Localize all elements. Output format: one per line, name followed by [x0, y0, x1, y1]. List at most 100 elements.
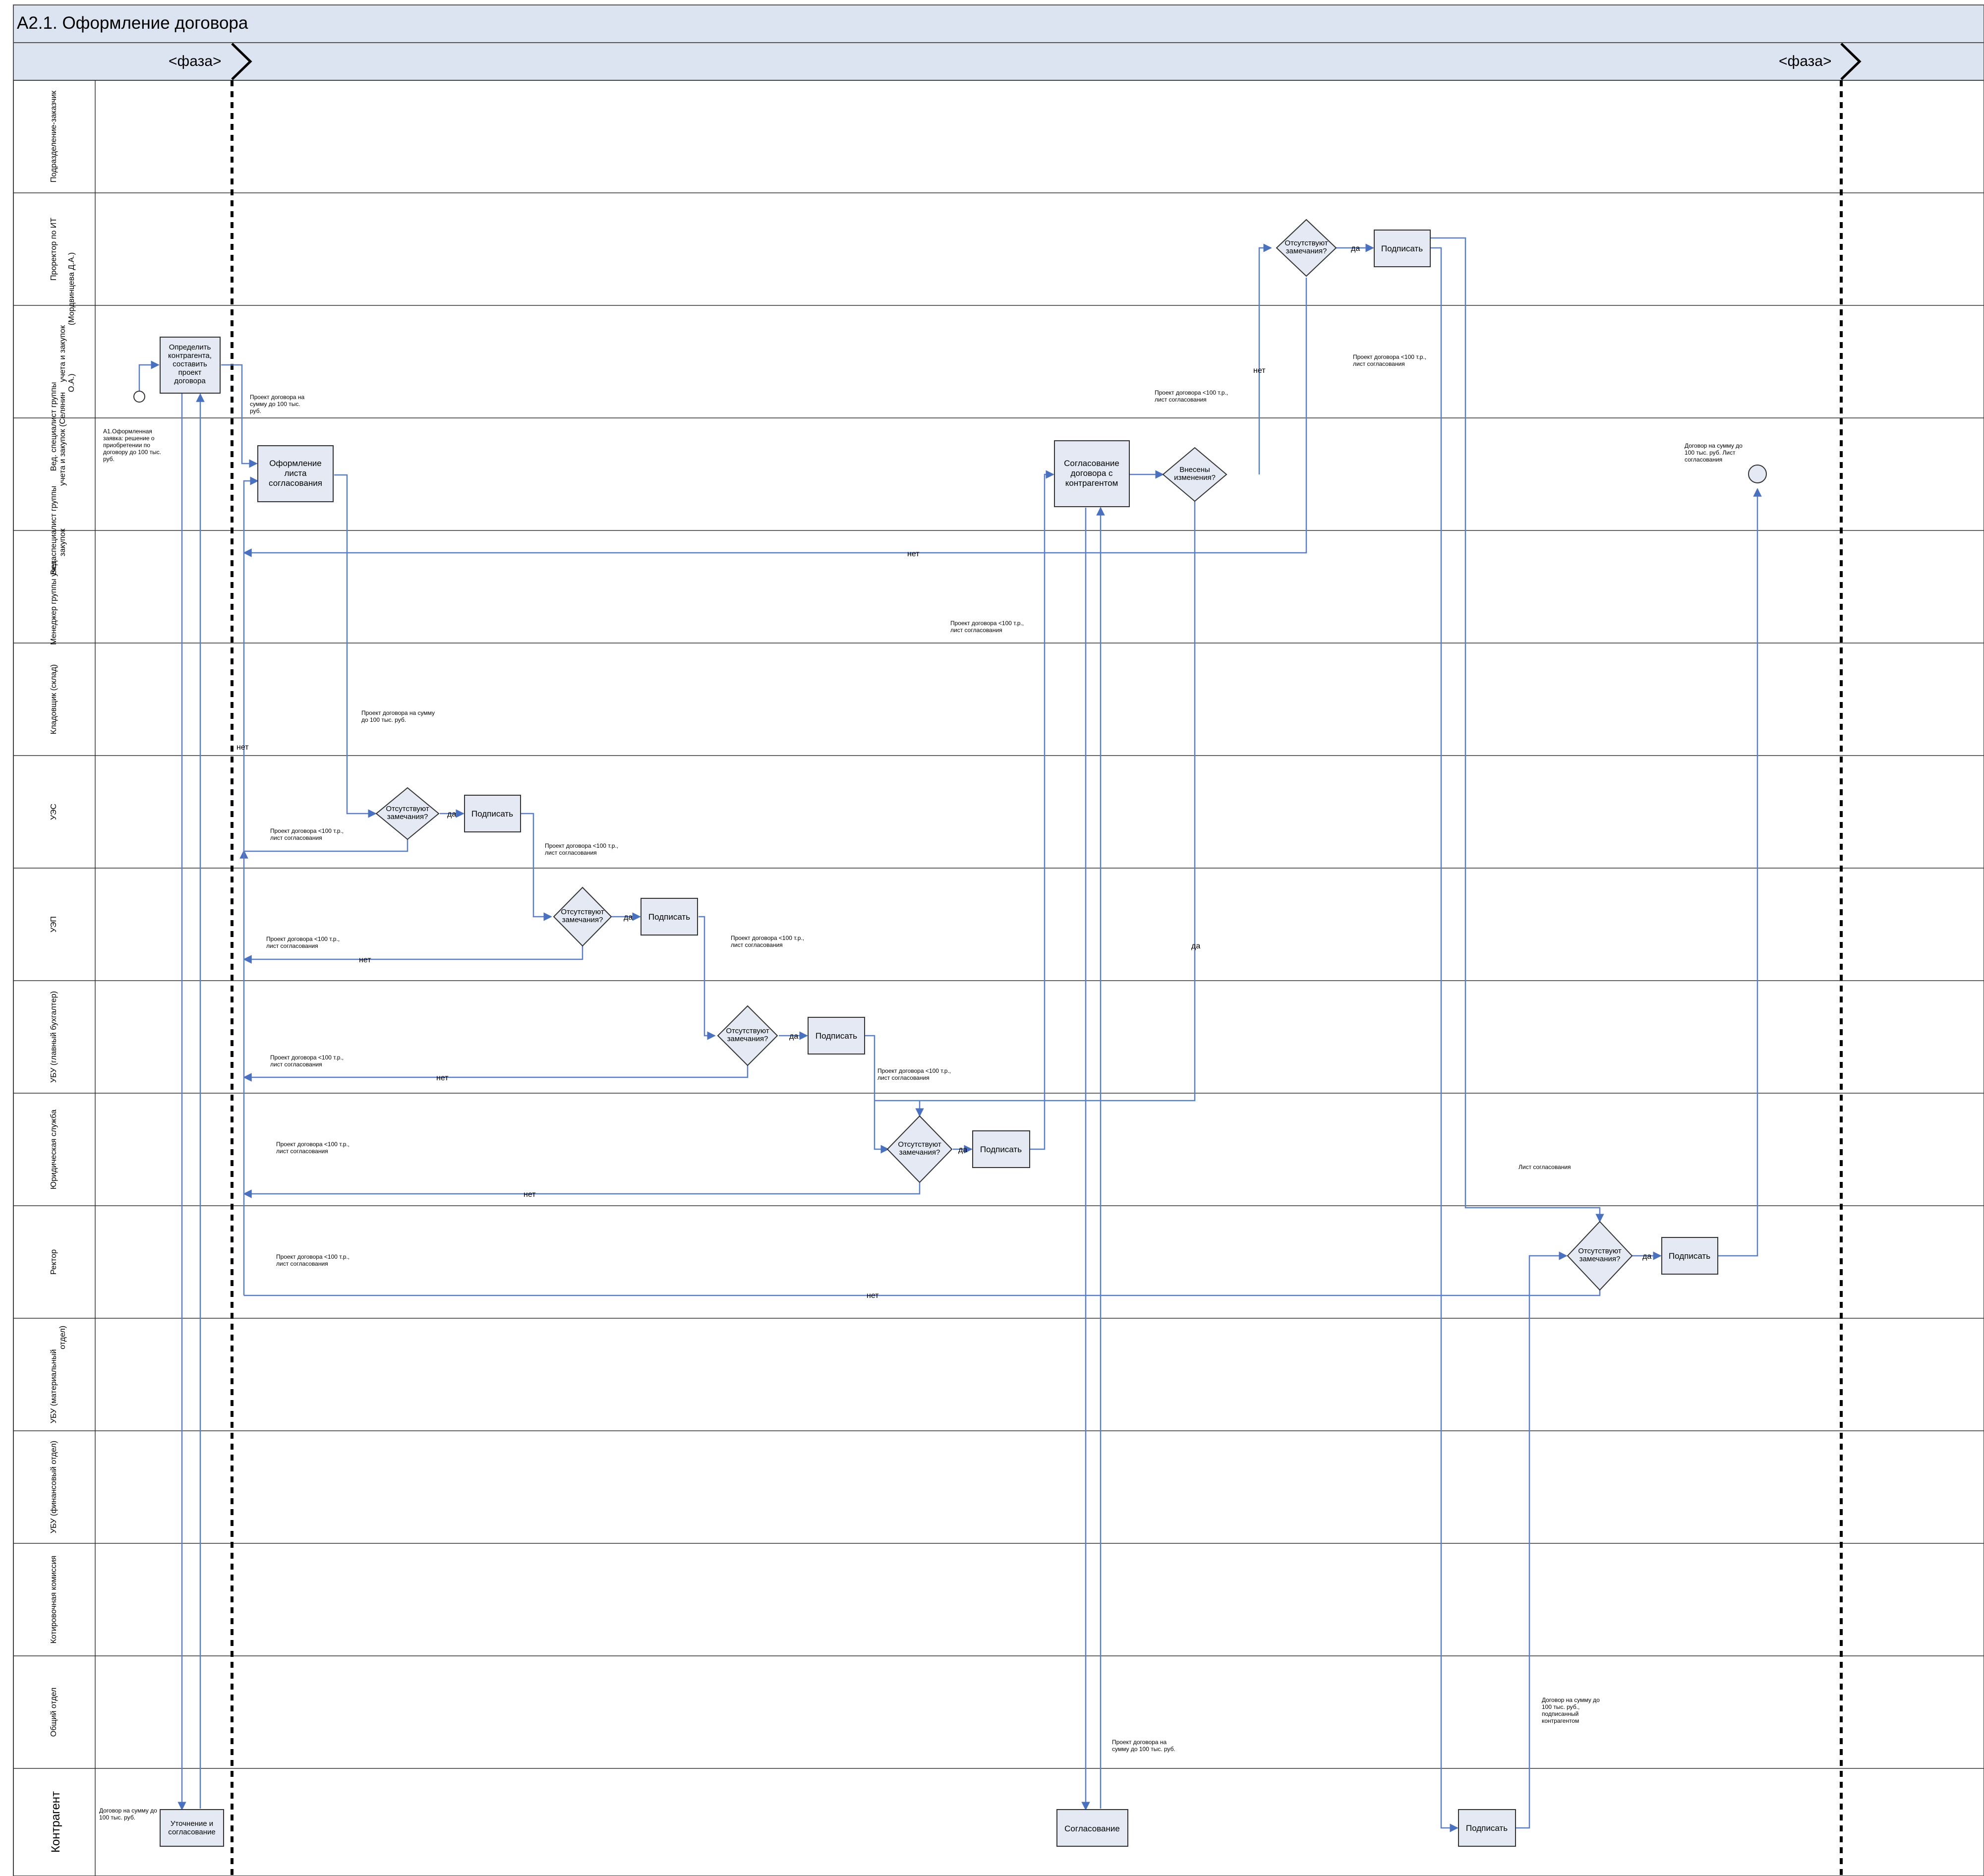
decision-remarks-4: Отсутствуют замечания? — [886, 1115, 953, 1183]
lane-3: Вед. специалист группыучета и закупок(Мо… — [13, 252, 1984, 471]
decision-changes-label: Внесены изменения? — [1174, 466, 1216, 482]
note-project-1: Проект договора на сумму до 100 тыс. руб. — [250, 394, 305, 414]
decision-remarks-1: Отсутствуют замечания? — [375, 787, 440, 840]
sign-box-2: Подписать — [641, 898, 698, 936]
decision-remarks-1-label: Отсутствуют замечания? — [386, 805, 429, 821]
yes-label-2: да — [624, 913, 633, 922]
lane-16-label: Контрагент — [49, 1791, 62, 1853]
lane-7-label: УЭС — [50, 804, 58, 820]
diagram-title: А2.1. Оформление договора — [17, 13, 248, 33]
yes-label-3: да — [789, 1032, 798, 1041]
sign-box-2-label: Подписать — [648, 912, 690, 922]
lane-2-label: Проректор по ИТ — [50, 218, 58, 281]
note-sheet-1: Проект договора <100 т.р., лист согласова… — [270, 827, 344, 841]
no-label-6: нет — [524, 1190, 536, 1199]
decision-remarks-5-label: Отсутствуют замечания? — [1284, 239, 1328, 255]
decision-remarks-2-label: Отсутствуют замечания? — [561, 908, 604, 924]
lane-6: Кладовщик (склад) — [13, 664, 1984, 756]
lane-16: Контрагент — [49, 1791, 62, 1853]
decision-remarks-6-label: Отсутствуют замечания? — [1578, 1247, 1622, 1263]
note-sheet-only: Лист согласования — [1518, 1164, 1571, 1171]
note-sheet-6: Проект договора <100 т.р., лист согласова… — [877, 1067, 951, 1081]
sign-box-6-label: Подписать — [1669, 1251, 1710, 1261]
no-label-7: нет — [867, 1291, 879, 1300]
decision-changes: Внесены изменения? — [1162, 447, 1227, 502]
decision-remarks-6: Отсутствуют замечания? — [1567, 1221, 1633, 1291]
task-agree-with-counterparty: Согласование договора с контрагентом — [1054, 440, 1130, 507]
lane-8-label: УЭП — [50, 916, 58, 933]
phase-bar — [13, 42, 1984, 81]
task-agree-with-counterparty-label: Согласование договора с контрагентом — [1064, 459, 1119, 488]
decision-remarks-3-label: Отсутствуют замечания? — [726, 1027, 769, 1043]
note-sheet-10: Проект договора <100 т.р., лист согласова… — [950, 620, 1024, 634]
lane-1-label: Подразделение-заказчик — [50, 90, 58, 182]
lane-12-label: УБУ (материальныйотдел) — [50, 1326, 67, 1423]
decision-remarks-4-label: Отсутствуют замечания? — [898, 1140, 941, 1157]
no-label-4: нет — [359, 956, 371, 964]
no-label-5: нет — [436, 1074, 449, 1082]
task-agree-counterparty-lane: Согласование — [1056, 1809, 1128, 1847]
annotation-notes: А1.Оформленная заявка: решение о приобрете… — [99, 353, 1743, 1821]
sign-box-5-label: Подписать — [1381, 244, 1423, 253]
lane-14: Котировочная комиссия — [13, 1556, 1984, 1656]
note-sheet-7: Проект договора <100 т.р., лист согласова… — [276, 1141, 350, 1155]
decision-remarks-5: Отсутствуют замечания? — [1276, 219, 1337, 277]
no-label-3: нет — [236, 743, 249, 752]
note-project-3: Проект договора на сумму до 100 тыс. руб. — [1112, 1739, 1175, 1753]
title-bar — [13, 4, 1984, 43]
decision-remarks-2: Отсутствуют замечания? — [553, 886, 612, 947]
sign-box-3: Подписать — [808, 1017, 865, 1055]
sign-box-3-label: Подписать — [816, 1031, 857, 1041]
no-label-2: нет — [907, 550, 920, 558]
note-project-2: Проект договора на сумму до 100 тыс. руб. — [361, 709, 435, 723]
yes-label-1: да — [447, 810, 456, 819]
note-sheet-3: Проект договора <100 т.р., лист согласова… — [266, 936, 340, 949]
lane-11-label: Ректор — [50, 1249, 58, 1275]
lane-14-label: Котировочная комиссия — [50, 1556, 58, 1644]
sign-box-7: Подписать — [1458, 1809, 1516, 1847]
sign-box-5: Подписать — [1374, 230, 1431, 267]
sign-box-1-label: Подписать — [471, 809, 513, 819]
note-sheet-4: Проект договора <100 т.р., лист согласова… — [731, 935, 804, 948]
note-contract-counterparty: Договор на сумму до 100 тыс. руб. — [99, 1807, 157, 1821]
lane-6-label: Кладовщик (склад) — [50, 664, 58, 734]
end-event — [1748, 465, 1767, 483]
note-sheet-9: Проект договора <100 т.р., лист согласова… — [1155, 389, 1228, 403]
note-request: А1.Оформленная заявка: решение о приобрете… — [103, 428, 161, 463]
flow-connectors — [138, 237, 1762, 1832]
lane-12: УБУ (материальныйотдел) — [13, 1326, 1984, 1431]
yes-label-5: да — [1351, 244, 1360, 253]
phase-label-1: <фаза> — [169, 53, 222, 69]
note-sheet-8: Проект договора <100 т.р., лист согласова… — [276, 1253, 350, 1267]
task-agree-label: Согласование — [1064, 1824, 1120, 1833]
lane-1: Подразделение-заказчик — [13, 90, 1984, 193]
note-signed-counterparty: Договор на сумму до 100 тыс. руб., подписа… — [1542, 1697, 1600, 1724]
start-event — [133, 391, 145, 403]
process-diagram: А2.1. Оформление договора <фаза> <фаза> … — [13, 4, 1984, 1876]
lane-15-label: Общий отдел — [50, 1688, 58, 1737]
task-approval-sheet: Оформление листа согласования — [257, 445, 334, 502]
sign-box-1: Подписать — [464, 795, 521, 832]
lane-9-label: УБУ (главный бухгалтер) — [50, 991, 58, 1083]
swimlanes: Подразделение-заказчик Проректор по ИТ В… — [13, 80, 1984, 1876]
no-label-1: нет — [1253, 366, 1266, 375]
phase-label-2: <фаза> — [1779, 53, 1832, 69]
note-sheet-5: Проект договора <100 т.р., лист согласова… — [270, 1054, 344, 1068]
task-clarify: Уточнение и согласование — [160, 1809, 224, 1847]
sign-box-6: Подписать — [1661, 1237, 1718, 1275]
sign-box-7-label: Подписать — [1466, 1823, 1508, 1833]
note-sheet-2: Проект договора <100 т.р., лист согласова… — [545, 842, 618, 856]
lane-13-label: УБУ (финансовый отдел) — [50, 1441, 58, 1533]
note-end: Договор на сумму до 100 тыс. руб. Лист сог… — [1685, 442, 1743, 463]
sign-box-4: Подписать — [972, 1130, 1030, 1168]
task-clarify-label: Уточнение и согласование — [168, 1819, 215, 1836]
task-define-counterparty-label: Определить контрагента, составить проект дог… — [168, 343, 212, 385]
yes-label-6: да — [1642, 1252, 1651, 1261]
decision-remarks-3: Отсутствуют замечания? — [717, 1005, 778, 1066]
lane-10-label: Юридическая служба — [50, 1110, 58, 1189]
yes-label-7: да — [1191, 942, 1200, 950]
task-define-counterparty: Определить контрагента, составить проект дог… — [160, 337, 221, 394]
lane-13: УБУ (финансовый отдел) — [13, 1441, 1984, 1544]
lane-15: Общий отдел — [13, 1688, 1984, 1769]
note-sheet-11: Проект договора <100 т.р., лист согласова… — [1353, 353, 1426, 367]
